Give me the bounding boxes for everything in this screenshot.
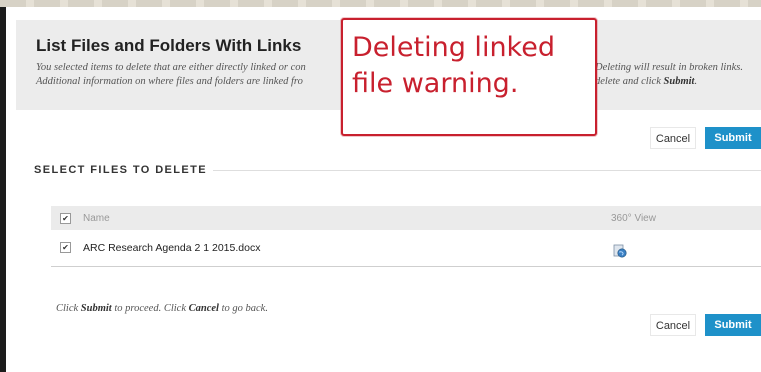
table-row: ✔ ARC Research Agenda 2 1 2015.docx (51, 236, 761, 266)
select-all-checkbox[interactable]: ✔ (60, 213, 71, 224)
section-divider (213, 170, 761, 171)
instruction-line-1-right: Deleting will result in broken links. (595, 62, 743, 73)
submit-button-top[interactable]: Submit (705, 127, 761, 149)
table-header: ✔ Name 360° View (51, 206, 761, 230)
row-checkbox[interactable]: ✔ (60, 242, 71, 253)
section-heading: SELECT FILES TO DELETE (34, 164, 207, 176)
warning-callout: Deleting linked file warning. (341, 18, 597, 136)
file-name: ARC Research Agenda 2 1 2015.docx (83, 242, 261, 254)
table-bottom-rule (51, 266, 761, 267)
footer-instructions: Click Submit to proceed. Click Cancel to… (56, 303, 268, 314)
cancel-button-bottom[interactable]: Cancel (650, 314, 696, 336)
browser-top-strip (0, 0, 761, 7)
submit-button-bottom[interactable]: Submit (705, 314, 761, 336)
page-title: List Files and Folders With Links (36, 36, 302, 55)
window-left-border (0, 7, 6, 372)
instruction-line-2: Additional information on where files an… (36, 76, 303, 87)
column-360-view-header: 360° View (611, 213, 656, 224)
instruction-line-1: You selected items to delete that are ei… (36, 62, 306, 73)
document-globe-icon[interactable] (613, 244, 627, 258)
cancel-button-top[interactable]: Cancel (650, 127, 696, 149)
callout-text: Deleting linked file warning. (352, 32, 555, 99)
column-name-header: Name (83, 213, 110, 224)
instruction-line-2-right: delete and click Submit. (595, 76, 698, 87)
